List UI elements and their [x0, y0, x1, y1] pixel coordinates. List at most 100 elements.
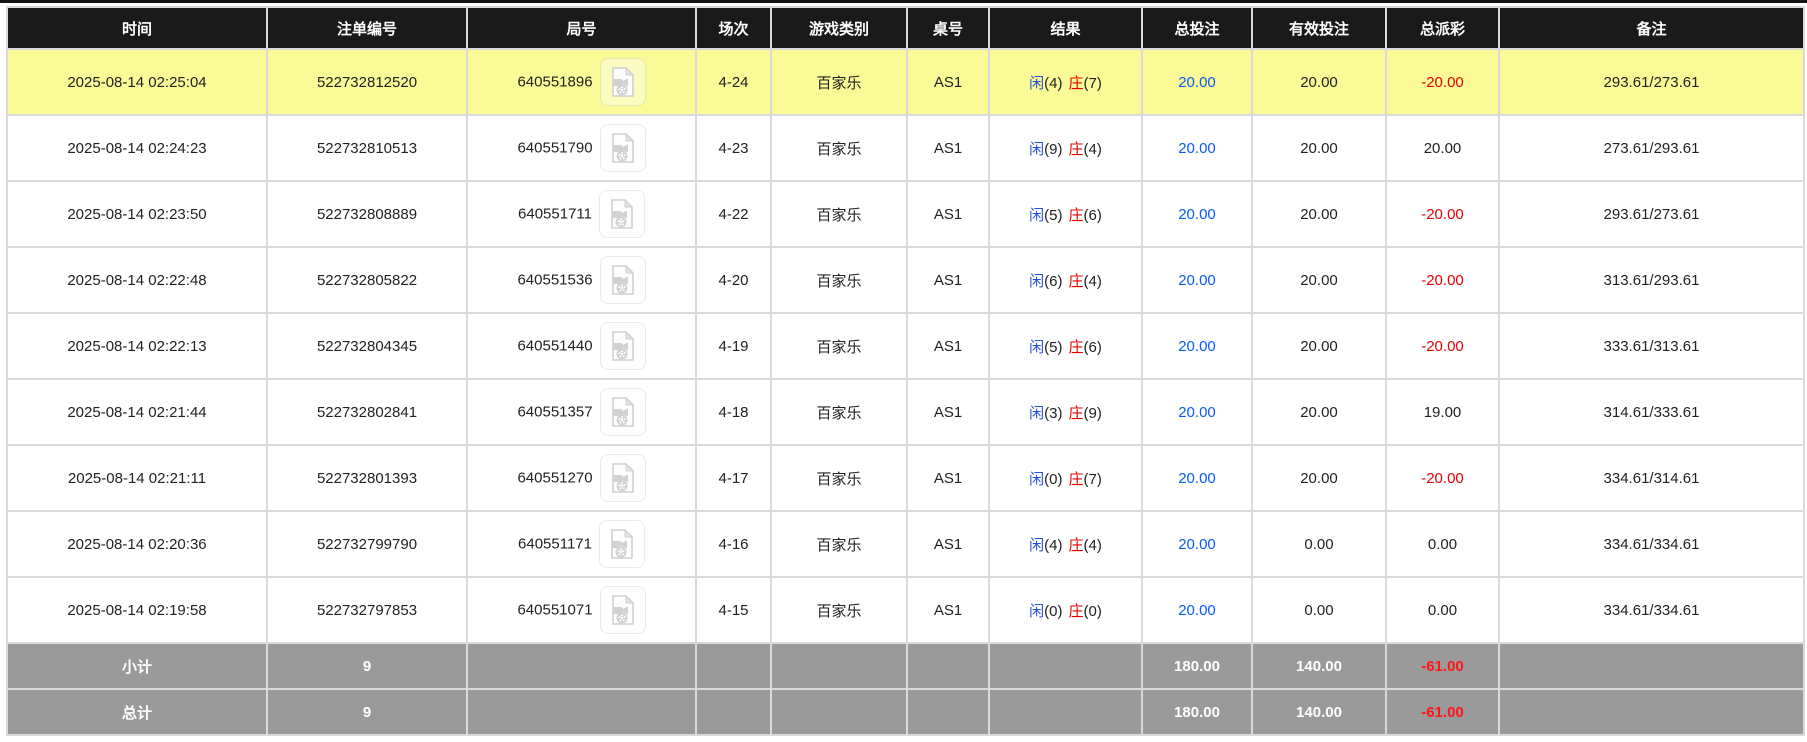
result-player-label: 闲: [1029, 74, 1045, 92]
result-banker-score: (9): [1083, 404, 1102, 422]
cell-game-type: 百家乐: [772, 182, 906, 246]
summary-empty-game: [772, 644, 906, 688]
cell-session: 4-15: [697, 578, 770, 642]
result-player-label: 闲: [1029, 206, 1045, 224]
video-replay-button[interactable]: [599, 586, 646, 634]
round-number: 640551896: [517, 73, 593, 91]
cell-remark: 334.61/334.61: [1500, 512, 1803, 576]
cell-bet-id: 522732805822: [268, 248, 466, 312]
result-banker-score: (4): [1083, 536, 1102, 554]
cell-session: 4-16: [697, 512, 770, 576]
cell-total-bet: 20.00: [1143, 50, 1251, 114]
cell-payout: -20.00: [1387, 446, 1498, 510]
result-player-score: (5): [1044, 206, 1063, 224]
video-replay-button[interactable]: [599, 256, 646, 304]
video-file-icon: [611, 199, 634, 229]
result-banker-label: 庄: [1068, 602, 1084, 620]
result-banker-label: 庄: [1068, 74, 1084, 92]
cell-bet-id: 522732810513: [268, 116, 466, 180]
cell-game-type: 百家乐: [772, 446, 906, 510]
cell-bet-id: 522732808889: [268, 182, 466, 246]
result-banker-score: (4): [1083, 140, 1102, 158]
result-player-score: (5): [1044, 338, 1063, 356]
cell-valid-bet: 20.00: [1253, 50, 1385, 114]
summary-row: 总计 9 180.00 140.00 -61.00: [8, 690, 1803, 734]
cell-table-no: AS1: [908, 182, 988, 246]
cell-remark: 333.61/313.61: [1500, 314, 1803, 378]
table-row: 2025-08-14 02:20:36 522732799790 6405511…: [8, 512, 1803, 576]
cell-payout: -20.00: [1387, 50, 1498, 114]
round-number: 640551790: [517, 139, 593, 157]
cell-valid-bet: 0.00: [1253, 512, 1385, 576]
summary-empty-remark: [1500, 644, 1803, 688]
cell-total-bet: 20.00: [1143, 446, 1251, 510]
result-banker-label: 庄: [1068, 536, 1084, 554]
video-replay-button[interactable]: [599, 322, 646, 370]
result-banker-label: 庄: [1068, 272, 1084, 290]
cell-total-bet: 20.00: [1143, 578, 1251, 642]
video-replay-button[interactable]: [599, 454, 646, 502]
result-player-label: 闲: [1029, 338, 1045, 356]
col-header-remark: 备注: [1500, 8, 1803, 48]
cell-time: 2025-08-14 02:23:50: [8, 182, 266, 246]
summary-count: 9: [268, 644, 466, 688]
col-header-total-bet: 总投注: [1143, 8, 1251, 48]
round-number: 640551071: [517, 601, 593, 619]
cell-table-no: AS1: [908, 446, 988, 510]
cell-table-no: AS1: [908, 314, 988, 378]
summary-empty-session: [697, 644, 770, 688]
video-file-icon: [612, 595, 635, 625]
result-player-label: 闲: [1029, 602, 1045, 620]
table-row: 2025-08-14 02:21:44 522732802841 6405513…: [8, 380, 1803, 444]
cell-valid-bet: 20.00: [1253, 116, 1385, 180]
cell-table-no: AS1: [908, 578, 988, 642]
cell-session: 4-19: [697, 314, 770, 378]
result-banker-score: (0): [1083, 602, 1102, 620]
cell-result: 闲(3) 庄(9): [990, 380, 1141, 444]
cell-time: 2025-08-14 02:19:58: [8, 578, 266, 642]
cell-bet-id: 522732801393: [268, 446, 466, 510]
cell-table-no: AS1: [908, 50, 988, 114]
video-replay-button[interactable]: [598, 520, 645, 568]
cell-valid-bet: 20.00: [1253, 314, 1385, 378]
cell-round-id: 640551711: [468, 182, 695, 246]
bet-records-table: 时间 注单编号 局号 场次 游戏类别 桌号 结果 总投注 有效投注 总派彩 备注…: [6, 6, 1805, 736]
result-player-score: (9): [1044, 140, 1063, 158]
summary-valid-bet: 140.00: [1253, 644, 1385, 688]
result-player-label: 闲: [1029, 272, 1045, 290]
cell-result: 闲(4) 庄(4): [990, 512, 1141, 576]
cell-remark: 314.61/333.61: [1500, 380, 1803, 444]
round-number: 640551357: [517, 403, 593, 421]
cell-game-type: 百家乐: [772, 314, 906, 378]
video-file-icon: [612, 133, 635, 163]
cell-bet-id: 522732804345: [268, 314, 466, 378]
video-replay-button[interactable]: [599, 58, 646, 106]
summary-payout: -61.00: [1387, 690, 1498, 734]
col-header-valid-bet: 有效投注: [1253, 8, 1385, 48]
cell-session: 4-24: [697, 50, 770, 114]
result-banker-score: (6): [1083, 206, 1102, 224]
cell-result: 闲(5) 庄(6): [990, 182, 1141, 246]
cell-remark: 334.61/334.61: [1500, 578, 1803, 642]
result-player-label: 闲: [1029, 140, 1045, 158]
cell-bet-id: 522732812520: [268, 50, 466, 114]
col-header-session: 场次: [697, 8, 770, 48]
table-row: 2025-08-14 02:22:13 522732804345 6405514…: [8, 314, 1803, 378]
video-file-icon: [612, 265, 635, 295]
result-banker-label: 庄: [1068, 338, 1084, 356]
table-row: 2025-08-14 02:25:04 522732812520 6405518…: [8, 50, 1803, 114]
video-replay-button[interactable]: [599, 124, 646, 172]
col-header-game-type: 游戏类别: [772, 8, 906, 48]
cell-game-type: 百家乐: [772, 512, 906, 576]
video-file-icon: [612, 331, 635, 361]
col-header-table-no: 桌号: [908, 8, 988, 48]
video-replay-button[interactable]: [599, 388, 646, 436]
summary-empty-session: [697, 690, 770, 734]
cell-valid-bet: 20.00: [1253, 380, 1385, 444]
cell-result: 闲(5) 庄(6): [990, 314, 1141, 378]
cell-table-no: AS1: [908, 380, 988, 444]
summary-empty-result: [990, 644, 1141, 688]
video-replay-button[interactable]: [598, 190, 645, 238]
round-number: 640551440: [517, 337, 593, 355]
cell-game-type: 百家乐: [772, 116, 906, 180]
